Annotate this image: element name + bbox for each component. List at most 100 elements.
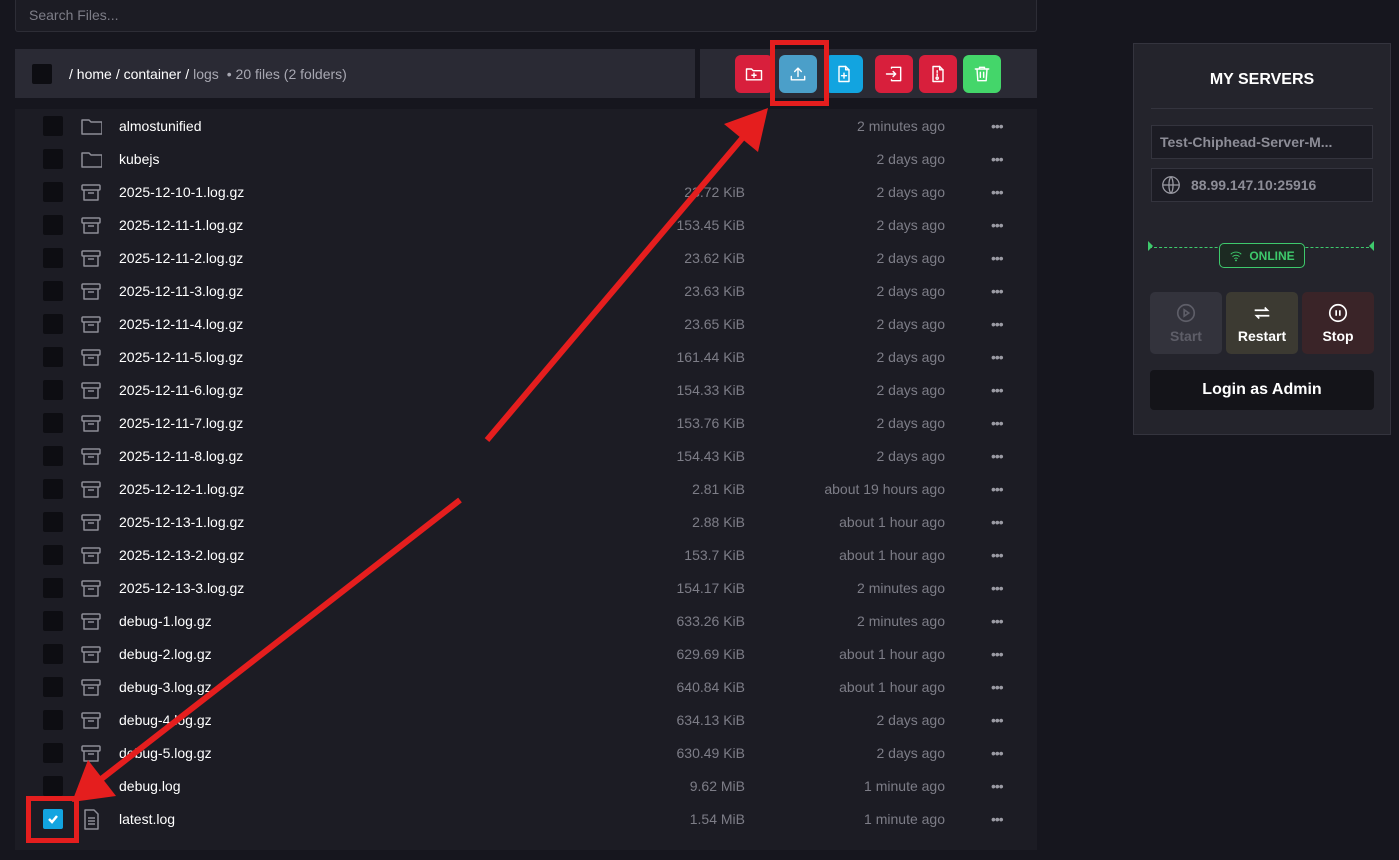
file-row[interactable]: kubejs 2 days ago ••• [15,142,1037,175]
row-menu-button[interactable]: ••• [991,481,1004,497]
file-name[interactable]: 2025-12-13-2.log.gz [119,547,244,563]
row-checkbox[interactable] [43,445,63,466]
file-name[interactable]: 2025-12-11-6.log.gz [119,382,243,398]
row-checkbox[interactable] [43,610,63,631]
row-checkbox[interactable] [43,148,63,169]
row-checkbox[interactable] [43,643,63,664]
file-row[interactable]: 2025-12-11-3.log.gz 23.63 KiB 2 days ago ••… [15,274,1037,307]
file-name[interactable]: debug-2.log.gz [119,646,212,662]
row-menu-button[interactable]: ••• [991,514,1004,530]
file-row[interactable]: debug-1.log.gz 633.26 KiB 2 minutes ago ••• [15,604,1037,637]
file-name[interactable]: 2025-12-10-1.log.gz [119,184,244,200]
file-row[interactable]: 2025-12-11-7.log.gz 153.76 KiB 2 days ago •… [15,406,1037,439]
login-as-admin-button[interactable]: Login as Admin [1150,370,1374,410]
row-menu-button[interactable]: ••• [991,151,1004,167]
file-name[interactable]: almostunified [119,118,202,134]
file-row[interactable]: debug-2.log.gz 629.69 KiB about 1 hour ago… [15,637,1037,670]
file-name[interactable]: 2025-12-11-4.log.gz [119,316,243,332]
file-name[interactable]: 2025-12-11-3.log.gz [119,283,243,299]
move-button[interactable] [875,55,913,93]
file-row[interactable]: 2025-12-11-2.log.gz 23.62 KiB 2 days ago ••… [15,241,1037,274]
file-row[interactable]: 2025-12-11-4.log.gz 23.65 KiB 2 days ago ••… [15,307,1037,340]
row-menu-button[interactable]: ••• [991,118,1004,134]
file-row[interactable]: 2025-12-11-1.log.gz 153.45 KiB 2 days ago •… [15,208,1037,241]
file-name[interactable]: debug-5.log.gz [119,745,212,761]
row-checkbox[interactable] [43,478,63,499]
file-row[interactable]: 2025-12-13-1.log.gz 2.88 KiB about 1 hour … [15,505,1037,538]
file-row[interactable]: 2025-12-12-1.log.gz 2.81 KiB about 19 hour… [15,472,1037,505]
row-menu-button[interactable]: ••• [991,745,1004,761]
row-menu-button[interactable]: ••• [991,547,1004,563]
row-menu-button[interactable]: ••• [991,646,1004,662]
row-checkbox[interactable] [43,511,63,532]
row-checkbox[interactable] [43,742,63,763]
row-checkbox[interactable] [43,412,63,433]
file-row[interactable]: debug-4.log.gz 634.13 KiB 2 days ago ••• [15,703,1037,736]
restart-button[interactable]: Restart [1226,292,1298,354]
breadcrumb-home[interactable]: / home [69,66,112,82]
row-menu-button[interactable]: ••• [991,613,1004,629]
row-menu-button[interactable]: ••• [991,679,1004,695]
row-menu-button[interactable]: ••• [991,382,1004,398]
row-checkbox[interactable] [43,379,63,400]
row-checkbox[interactable] [43,280,63,301]
breadcrumb-container[interactable]: / container [116,66,181,82]
stop-button[interactable]: Stop [1302,292,1374,354]
new-folder-button[interactable] [735,55,773,93]
row-menu-button[interactable]: ••• [991,349,1004,365]
row-menu-button[interactable]: ••• [991,580,1004,596]
start-button[interactable]: Start [1150,292,1222,354]
row-menu-button[interactable]: ••• [991,448,1004,464]
file-name[interactable]: 2025-12-11-1.log.gz [119,217,243,233]
file-row[interactable]: 2025-12-10-1.log.gz 23.72 KiB 2 days ago ••… [15,175,1037,208]
file-row[interactable]: 2025-12-13-2.log.gz 153.7 KiB about 1 hour… [15,538,1037,571]
archive-button[interactable] [919,55,957,93]
file-row[interactable]: almostunified 2 minutes ago ••• [15,109,1037,142]
row-checkbox[interactable] [43,247,63,268]
file-name[interactable]: latest.log [119,811,175,827]
row-menu-button[interactable]: ••• [991,217,1004,233]
select-all-checkbox[interactable] [32,63,52,84]
file-row[interactable]: debug-5.log.gz 630.49 KiB 2 days ago ••• [15,736,1037,769]
row-menu-button[interactable]: ••• [991,778,1004,794]
file-name[interactable]: 2025-12-11-5.log.gz [119,349,243,365]
row-menu-button[interactable]: ••• [991,184,1004,200]
file-name[interactable]: debug-4.log.gz [119,712,212,728]
row-checkbox[interactable] [43,214,63,235]
file-name[interactable]: 2025-12-13-1.log.gz [119,514,244,530]
server-name-field[interactable]: Test-Chiphead-Server-M... [1151,125,1373,159]
file-row[interactable]: 2025-12-11-6.log.gz 154.33 KiB 2 days ago •… [15,373,1037,406]
row-menu-button[interactable]: ••• [991,316,1004,332]
row-checkbox[interactable] [43,115,63,136]
search-input[interactable] [16,0,1036,31]
row-checkbox[interactable] [43,775,63,796]
file-row[interactable]: debug-3.log.gz 640.84 KiB about 1 hour ago… [15,670,1037,703]
file-name[interactable]: debug-3.log.gz [119,679,212,695]
row-checkbox[interactable] [43,313,63,334]
delete-button[interactable] [963,55,1001,93]
server-address-field[interactable]: 88.99.147.10:25916 [1151,168,1373,202]
file-name[interactable]: 2025-12-12-1.log.gz [119,481,244,497]
row-checkbox[interactable] [43,709,63,730]
file-name[interactable]: 2025-12-11-8.log.gz [119,448,243,464]
file-name[interactable]: debug.log [119,778,181,794]
row-menu-button[interactable]: ••• [991,415,1004,431]
file-row[interactable]: debug.log 9.62 MiB 1 minute ago ••• [15,769,1037,802]
file-row[interactable]: 2025-12-11-5.log.gz 161.44 KiB 2 days ago •… [15,340,1037,373]
file-name[interactable]: debug-1.log.gz [119,613,212,629]
row-menu-button[interactable]: ••• [991,811,1004,827]
file-row[interactable]: 2025-12-13-3.log.gz 154.17 KiB 2 minutes a… [15,571,1037,604]
row-checkbox[interactable] [43,346,63,367]
file-row[interactable]: 2025-12-11-8.log.gz 154.43 KiB 2 days ago •… [15,439,1037,472]
file-row[interactable]: latest.log 1.54 MiB 1 minute ago ••• [15,802,1037,835]
new-file-button[interactable] [825,55,863,93]
row-checkbox[interactable] [43,544,63,565]
row-menu-button[interactable]: ••• [991,712,1004,728]
row-checkbox[interactable] [43,181,63,202]
row-menu-button[interactable]: ••• [991,250,1004,266]
file-name[interactable]: 2025-12-13-3.log.gz [119,580,244,596]
row-menu-button[interactable]: ••• [991,283,1004,299]
row-checkbox[interactable] [43,676,63,697]
file-name[interactable]: 2025-12-11-2.log.gz [119,250,243,266]
row-checkbox[interactable] [43,577,63,598]
